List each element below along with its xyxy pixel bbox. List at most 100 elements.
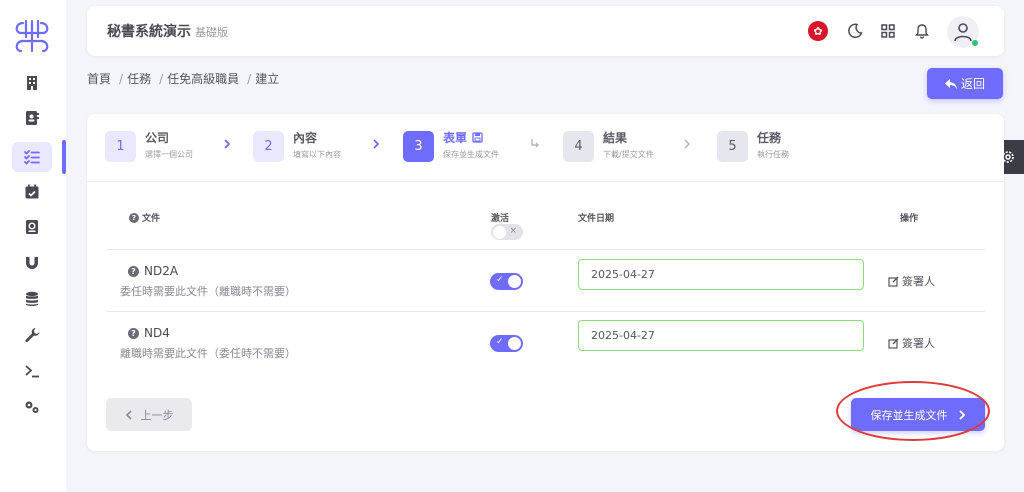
back-button[interactable]: 返回 — [927, 68, 1003, 99]
top-header: 秘書系統演示 基礎版 ✿ — [87, 6, 1004, 56]
sidebar — [0, 0, 66, 492]
step-task[interactable]: 5 任務 執行任務 — [717, 129, 789, 162]
breadcrumb-separator: / — [159, 72, 164, 86]
step-subtitle: 選擇一個公司 — [145, 150, 193, 159]
step-form[interactable]: 3 表單 保存並生成文件 — [403, 129, 499, 162]
breadcrumb-tasks[interactable]: 任務 — [127, 72, 151, 86]
user-icon — [954, 23, 972, 42]
toggle-knob — [493, 226, 506, 239]
theme-toggle-button[interactable] — [843, 19, 867, 43]
previous-step-button[interactable]: 上一步 — [106, 398, 192, 431]
column-header-document: ? 文件 — [129, 211, 160, 224]
bell-icon — [915, 24, 929, 39]
sidebar-item-tools[interactable] — [12, 320, 52, 350]
grid-icon — [881, 24, 895, 38]
signer-button[interactable]: 簽署人 — [888, 335, 935, 351]
notifications-button[interactable] — [910, 19, 934, 43]
wrench-icon — [25, 328, 40, 343]
breadcrumb-separator: / — [247, 72, 252, 86]
column-header-date: 文件日期 — [578, 214, 615, 224]
signer-label: 簽署人 — [902, 275, 935, 288]
breadcrumb-create: 建立 — [255, 72, 280, 86]
step-number: 4 — [563, 131, 594, 162]
hk-flag-icon: ✿ — [808, 21, 828, 41]
corner-down-right-icon — [531, 139, 539, 148]
check-icon: ✓ — [496, 275, 504, 285]
sidebar-item-tasks[interactable] — [12, 142, 52, 172]
save-and-generate-label: 保存並生成文件 — [870, 408, 948, 422]
close-icon: × — [509, 226, 517, 236]
toggle-active-nd4[interactable]: ✓ — [490, 335, 523, 352]
document-date-input[interactable]: 2025-04-27 — [578, 320, 864, 351]
sidebar-item-contacts[interactable] — [12, 103, 52, 133]
active-indicator — [62, 140, 66, 174]
sidebar-item-settings[interactable] — [12, 392, 52, 422]
chevron-right-icon — [958, 409, 965, 420]
signer-button[interactable]: 簽署人 — [888, 273, 935, 289]
step-subtitle: 填寫以下內容 — [293, 150, 341, 159]
column-header-active: 激活 — [491, 214, 510, 224]
step-content[interactable]: 2 內容 填寫以下內容 — [253, 129, 341, 162]
user-avatar[interactable] — [947, 16, 979, 48]
app-title: 秘書系統演示 基礎版 — [107, 21, 228, 41]
sidebar-item-terminal[interactable] — [12, 356, 52, 386]
help-icon[interactable]: ? — [128, 265, 139, 277]
previous-step-label: 上一步 — [140, 408, 174, 422]
online-status-dot — [971, 39, 979, 47]
database-icon — [26, 291, 38, 306]
toggle-knob — [508, 275, 521, 288]
breadcrumb-appointment[interactable]: 任免高級職員 — [167, 72, 239, 86]
building-icon — [27, 76, 37, 90]
terminal-icon — [25, 365, 39, 378]
task-form-card: 1 公司 選擇一個公司 2 內容 填寫以下內容 3 表單 保存並生成文件 4 結… — [87, 114, 1004, 451]
save-and-generate-button[interactable]: 保存並生成文件 — [851, 398, 985, 431]
help-icon[interactable]: ? — [128, 327, 139, 339]
breadcrumb: 首頁 / 任務 / 任免高級職員 / 建立 — [87, 70, 283, 87]
back-button-label: 返回 — [960, 77, 985, 91]
help-icon[interactable]: ? — [129, 212, 139, 223]
header-divider — [107, 249, 985, 250]
sidebar-item-company[interactable] — [12, 68, 52, 98]
step-subtitle: 保存並生成文件 — [443, 150, 499, 159]
app-logo[interactable] — [9, 17, 55, 57]
step-title-row: 表單 — [443, 129, 499, 146]
step-title: 表單 — [443, 131, 468, 145]
step-title: 內容 — [293, 131, 318, 145]
sidebar-item-database[interactable] — [12, 284, 52, 314]
toggle-knob — [508, 337, 521, 350]
document-date-input[interactable]: 2025-04-27 — [578, 259, 864, 290]
save-icon — [472, 132, 483, 143]
step-company[interactable]: 1 公司 選擇一個公司 — [105, 129, 193, 162]
document-name: ND2A — [144, 264, 179, 278]
gears-icon — [25, 401, 39, 413]
language-button[interactable]: ✿ — [806, 19, 830, 43]
sidebar-item-calendar[interactable] — [12, 177, 52, 207]
document-description: 委任時需要此文件（離職時不需要） — [120, 285, 296, 298]
row-divider — [107, 311, 985, 312]
chevron-right-icon — [373, 139, 380, 149]
app-edition: 基礎版 — [195, 26, 228, 39]
toggle-all-active[interactable]: × — [491, 224, 523, 240]
step-number: 3 — [403, 131, 434, 162]
signer-label: 簽署人 — [902, 337, 935, 350]
step-title: 公司 — [145, 131, 170, 145]
sidebar-item-address-book[interactable] — [12, 212, 52, 242]
step-title: 任務 — [757, 131, 782, 145]
address-book-icon — [26, 220, 38, 234]
contacts-icon — [26, 111, 39, 125]
check-icon: ✓ — [496, 337, 504, 347]
reply-icon — [944, 78, 957, 89]
sidebar-item-magnet[interactable] — [12, 248, 52, 278]
task-list-icon — [24, 150, 40, 165]
chevron-right-icon — [224, 139, 231, 149]
toggle-active-nd2a[interactable]: ✓ — [490, 273, 523, 290]
apps-button[interactable] — [876, 19, 900, 43]
step-result[interactable]: 4 結果 下載/提交文件 — [563, 129, 654, 162]
breadcrumb-home[interactable]: 首頁 — [87, 72, 111, 86]
document-name-row: ? ND2A — [128, 264, 178, 278]
chevron-left-icon — [125, 409, 132, 420]
step-title: 結果 — [603, 131, 628, 145]
magnet-icon — [26, 257, 38, 269]
moon-icon — [848, 23, 863, 39]
edit-icon — [888, 338, 899, 349]
